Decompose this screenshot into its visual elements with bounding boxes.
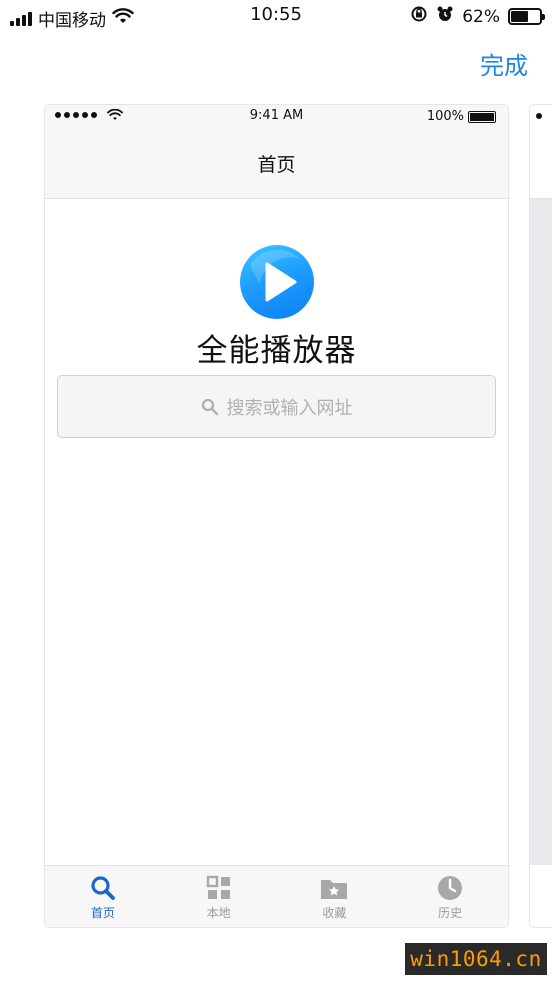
alarm-icon [436,5,454,28]
done-button[interactable]: 完成 [480,46,528,81]
switcher-nav: 完成 [0,32,552,96]
watermark: win1064.cn [405,943,547,975]
tab-label: 收藏 [322,906,347,920]
tab-preview-card[interactable]: 9:41 AM 100% 首页 全能播放器 搜索或输入网址 首页 本地 收藏 历… [44,104,509,928]
tab-history[interactable]: 历史 [392,866,508,927]
tab-local[interactable]: 本地 [161,866,277,927]
preview-navbar: 首页 [45,129,508,199]
next-card-bottom [530,865,552,927]
tab-label: 本地 [206,906,231,920]
orientation-lock-icon [410,5,428,28]
next-card-nav [530,129,552,199]
play-logo-icon [240,245,314,319]
tab-favorites[interactable]: 收藏 [277,866,393,927]
preview-status-bar: 9:41 AM 100% [45,105,508,129]
search-icon [89,874,117,902]
tab-label: 历史 [438,906,463,920]
tab-home[interactable]: 首页 [45,866,161,927]
folder-star-icon [319,874,349,902]
clock-icon [436,874,464,902]
next-card-status [530,105,552,129]
grid-icon [206,874,232,902]
search-input[interactable]: 搜索或输入网址 [57,375,496,438]
preview-battery-percent: 100% [426,109,464,124]
search-placeholder: 搜索或输入网址 [226,397,353,419]
next-card-body [530,199,552,865]
battery-percent: 62% [462,6,500,27]
page-title: 首页 [257,154,296,176]
tab-label: 首页 [90,906,115,920]
tab-bar: 首页 本地 收藏 历史 [45,865,508,927]
next-tab-preview-card[interactable] [529,104,552,928]
app-name: 全能播放器 [196,333,357,369]
preview-battery: 100% [427,109,496,124]
status-right: 62% [410,5,545,28]
status-bar: 中国移动 10:55 62% [0,0,552,32]
battery-icon [508,8,545,25]
search-icon [201,398,219,416]
preview-battery-icon [468,110,496,123]
